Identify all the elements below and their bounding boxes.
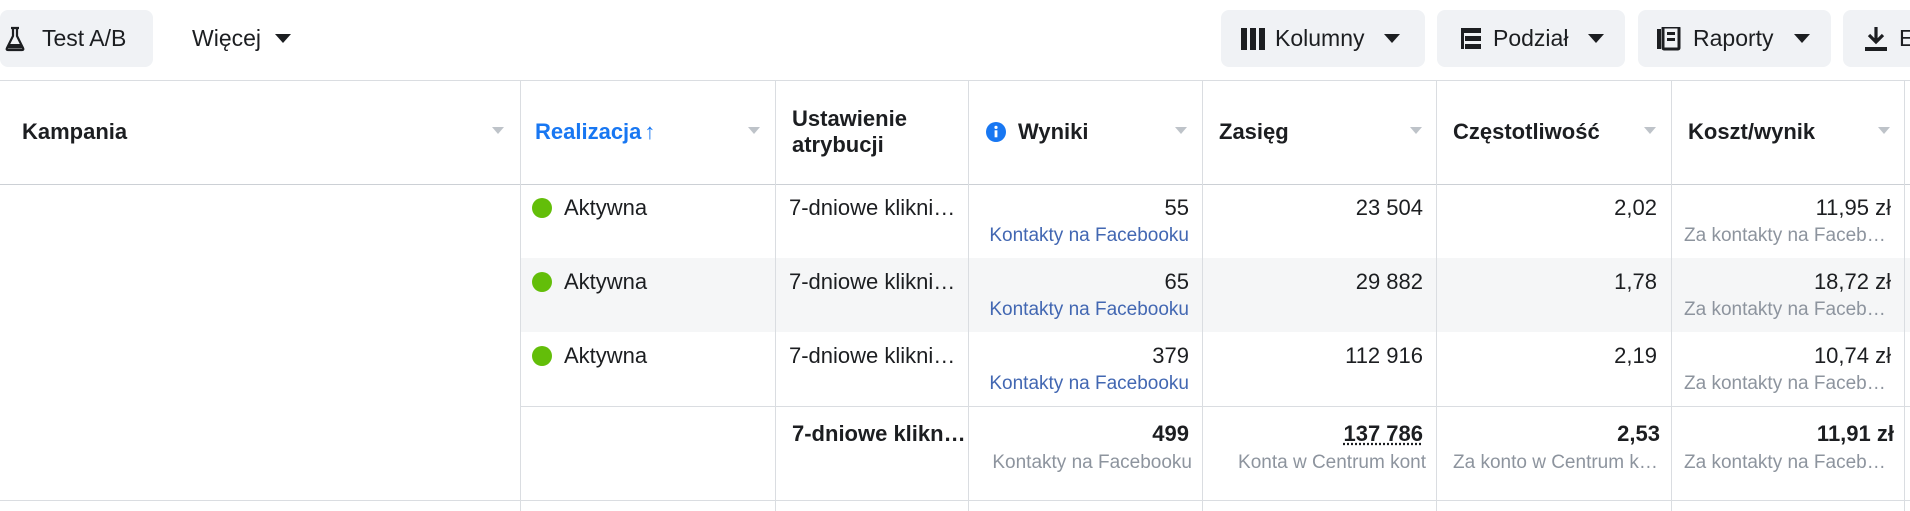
column-header-reach[interactable]: Zasięg <box>1219 80 1289 184</box>
column-header-label: Zasięg <box>1219 119 1289 144</box>
total-frequency: 2,53 <box>1617 421 1660 446</box>
column-header-label: Kampania <box>22 119 128 144</box>
reports-icon <box>1657 26 1681 51</box>
delivery-status: Aktywna <box>564 195 648 220</box>
total-cost-type: Za kontakty na Facebo… <box>1684 452 1892 473</box>
results-value: 65 <box>1164 269 1189 294</box>
active-status-dot <box>532 346 552 366</box>
column-header-label: Ustawienie <box>792 106 907 131</box>
column-header-results[interactable]: Wyniki <box>986 80 1089 184</box>
caret-down-icon <box>275 34 292 43</box>
reach-value: 23 504 <box>1355 195 1423 220</box>
reach-value: 29 882 <box>1355 269 1423 294</box>
cost-type: Za kontakty na Facebo… <box>1684 225 1892 246</box>
column-divider <box>1202 80 1203 511</box>
breakdown-icon <box>1461 27 1481 50</box>
column-header-frequency[interactable]: Częstotliwość <box>1453 80 1600 184</box>
total-attribution: 7-dniowe klikn… <box>792 421 966 446</box>
column-header-attribution[interactable]: Ustawienie atrybucji <box>792 80 907 184</box>
delivery-status: Aktywna <box>564 269 648 294</box>
column-header-label: Realizacja <box>535 119 642 144</box>
ab-test-label: Test A/B <box>42 25 127 51</box>
results-type-link[interactable]: Kontakty na Facebooku <box>970 373 1189 395</box>
reach-value: 112 916 <box>1345 343 1423 368</box>
frequency-value: 2,19 <box>1614 343 1657 368</box>
flask-icon <box>4 25 26 53</box>
results-value: 379 <box>1152 343 1189 368</box>
caret-down-icon[interactable] <box>1410 127 1422 134</box>
info-icon[interactable] <box>986 122 1006 142</box>
total-results: 499 <box>1152 421 1189 446</box>
sort-ascending-icon: ↑ <box>644 119 656 144</box>
columns-button[interactable]: Kolumny <box>1221 10 1425 67</box>
header-bottom-border <box>0 184 1910 185</box>
delivery-status: Aktywna <box>564 343 648 368</box>
export-label: E <box>1899 25 1910 51</box>
reports-label: Raporty <box>1693 25 1774 51</box>
caret-down-icon[interactable] <box>1878 127 1890 134</box>
campaign-table: Kampania Realizacja ↑ Ustawienie atrybuc… <box>0 80 1910 511</box>
cost-value: 10,74 zł <box>1813 343 1891 368</box>
export-button[interactable]: E <box>1843 10 1910 67</box>
column-header-label: Wyniki <box>1018 119 1089 144</box>
cost-value: 11,95 zł <box>1815 195 1891 220</box>
table-bottom-border <box>0 500 1910 501</box>
attribution-setting: 7-dniowe klikni… <box>789 195 956 220</box>
total-frequency-type: Za konto w Centrum k… <box>1453 452 1658 473</box>
ab-test-button[interactable]: Test A/B <box>0 10 153 67</box>
more-button[interactable]: Więcej <box>176 10 306 67</box>
results-value: 55 <box>1164 195 1189 220</box>
cost-value: 18,72 zł <box>1813 269 1891 294</box>
total-reach-type: Konta w Centrum kont <box>1238 452 1426 473</box>
more-label: Więcej <box>192 25 262 51</box>
frequency-value: 1,78 <box>1614 269 1657 294</box>
column-divider <box>775 80 776 511</box>
download-icon <box>1865 26 1887 51</box>
cost-type: Za kontakty na Facebo… <box>1684 373 1892 394</box>
column-divider <box>968 80 969 511</box>
columns-icon <box>1241 27 1265 50</box>
results-type-link[interactable]: Kontakty na Facebooku <box>970 299 1189 321</box>
toolbar: Test A/B Więcej Kolumny Podział Raporty … <box>0 0 1910 80</box>
caret-down-icon <box>1384 34 1401 43</box>
column-header-label: Koszt/wynik <box>1688 119 1816 144</box>
totals-top-border <box>520 406 1910 407</box>
column-divider <box>1671 80 1672 511</box>
caret-down-icon[interactable] <box>492 127 504 134</box>
breakdown-label: Podział <box>1493 25 1569 51</box>
caret-down-icon[interactable] <box>748 127 760 134</box>
column-divider <box>1436 80 1437 511</box>
breakdown-button[interactable]: Podział <box>1437 10 1625 67</box>
caret-down-icon <box>1793 34 1810 43</box>
columns-label: Kolumny <box>1275 25 1365 51</box>
results-type-link[interactable]: Kontakty na Facebooku <box>970 225 1189 247</box>
column-header-campaign[interactable]: Kampania <box>22 80 127 184</box>
column-header-delivery[interactable]: Realizacja ↑ <box>535 80 655 184</box>
active-status-dot <box>532 272 552 292</box>
column-divider <box>520 80 521 511</box>
attribution-setting: 7-dniowe klikni… <box>789 269 956 294</box>
caret-down-icon[interactable] <box>1175 127 1187 134</box>
total-results-type: Kontakty na Facebooku <box>992 452 1192 473</box>
column-divider <box>1904 80 1905 511</box>
frequency-value: 2,02 <box>1614 195 1657 220</box>
attribution-setting: 7-dniowe klikni… <box>789 343 956 368</box>
total-reach[interactable]: 137 786 <box>1204 421 1423 447</box>
caret-down-icon <box>1588 34 1605 43</box>
active-status-dot <box>532 198 552 218</box>
caret-down-icon[interactable] <box>1644 127 1656 134</box>
reports-button[interactable]: Raporty <box>1638 10 1831 67</box>
column-header-label: atrybucji <box>792 132 884 157</box>
column-header-label: Częstotliwość <box>1453 119 1600 144</box>
column-header-cost-per-result[interactable]: Koszt/wynik <box>1688 80 1815 184</box>
cost-type: Za kontakty na Facebo… <box>1684 299 1892 320</box>
total-cost: 11,91 zł <box>1816 421 1894 446</box>
table-top-border <box>0 80 1910 81</box>
